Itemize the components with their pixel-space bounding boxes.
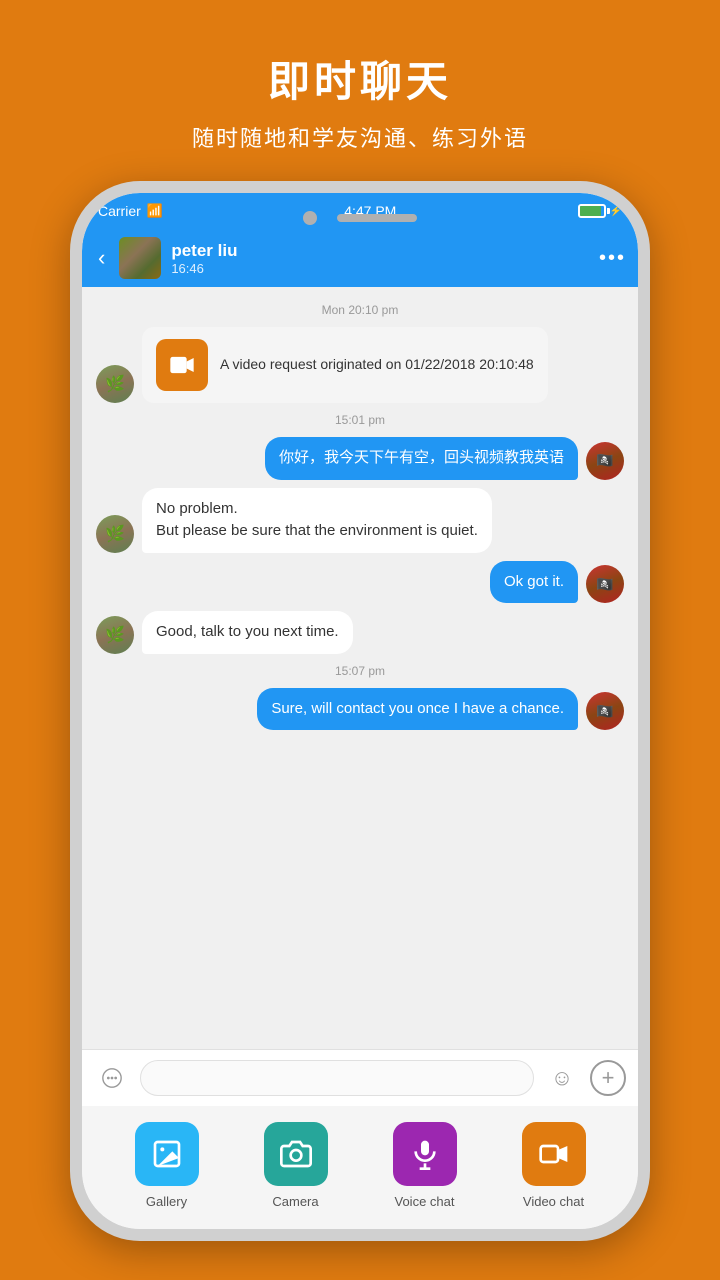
camera-icon [280,1138,312,1170]
wifi-icon: 📶 [147,203,163,219]
bubble-received-2: Good, talk to you next time. [142,611,353,654]
menu-button[interactable]: ••• [599,247,626,270]
bubble-received-1: No problem.But please be sure that the e… [142,488,492,553]
battery-fill [580,206,602,216]
phone-content: Carrier 📶 4:47 PM ⚡ ‹ peter liu [82,193,638,1229]
back-button[interactable]: ‹ [94,241,109,275]
timestamp-3: 15:07 pm [96,664,624,678]
message-row-video: 🌿 A video request originated on 01/22/20… [96,327,624,403]
message-row-sent-2: 🏴‍☠️ Ok got it. [96,561,624,604]
video-chat-label: Video chat [523,1194,584,1209]
gallery-icon-box [135,1122,199,1186]
status-left: Carrier 📶 [98,203,163,219]
avatar-image [119,237,161,279]
video-chat-action[interactable]: Video chat [522,1122,586,1209]
chat-header: ‹ peter liu 16:46 ••• [82,229,638,287]
my-avatar-2: 🏴‍☠️ [586,565,624,603]
message-input[interactable] [140,1060,534,1096]
page-subtitle: 随时随地和学友沟通、练习外语 [192,121,528,153]
contact-status: 16:46 [171,261,589,276]
phone-screen: Carrier 📶 4:47 PM ⚡ ‹ peter liu [82,193,638,1229]
bubble-sent-2: Ok got it. [490,561,578,604]
input-area: ☺ + [82,1049,638,1106]
voice-button[interactable] [94,1060,130,1096]
camera-icon-box [264,1122,328,1186]
video-request-text: A video request originated on 01/22/2018… [220,355,534,375]
video-icon-box [156,339,208,391]
video-request-bubble: A video request originated on 01/22/2018… [142,327,548,403]
video-camera-icon [538,1138,570,1170]
message-row-received-2: 🌿 Good, talk to you next time. [96,611,624,654]
gallery-action[interactable]: Gallery [135,1122,199,1209]
page-title: 即时聊天 [192,48,528,109]
message-row-sent-1: 🏴‍☠️ 你好，我今天下午有空，回头视频教我英语 [96,437,624,480]
peter-avatar-1: 🌿 [96,365,134,403]
video-play-icon [168,351,196,379]
message-row-sent-3: 🏴‍☠️ Sure, will contact you once I have … [96,688,624,731]
phone-speaker [303,211,417,225]
bottom-actions: Gallery Camera [82,1106,638,1229]
my-avatar-3: 🏴‍☠️ [586,692,624,730]
speaker-bar [337,214,417,222]
carrier-label: Carrier [98,203,141,219]
bubble-sent-3: Sure, will contact you once I have a cha… [257,688,578,731]
voice-chat-label: Voice chat [395,1194,455,1209]
voice-chat-action[interactable]: Voice chat [393,1122,457,1209]
emoji-button[interactable]: ☺ [544,1060,580,1096]
bolt-icon: ⚡ [610,206,622,217]
gallery-icon [151,1138,183,1170]
phone-mockup: Carrier 📶 4:47 PM ⚡ ‹ peter liu [70,181,650,1241]
gallery-label: Gallery [146,1194,187,1209]
peter-avatar-2: 🌿 [96,515,134,553]
speaker-dot [303,211,317,225]
contact-name: peter liu [171,241,589,261]
contact-info: peter liu 16:46 [171,241,589,276]
status-right: ⚡ [578,204,622,218]
chat-messages: Mon 20:10 pm 🌿 A video request or [82,287,638,1049]
timestamp-2: 15:01 pm [96,413,624,427]
voice-icon-box [393,1122,457,1186]
camera-label: Camera [272,1194,318,1209]
timestamp-1: Mon 20:10 pm [96,303,624,317]
plus-button[interactable]: + [590,1060,626,1096]
top-section: 即时聊天 随时随地和学友沟通、练习外语 [192,0,528,181]
battery-icon [578,204,606,218]
microphone-icon [409,1138,441,1170]
camera-action[interactable]: Camera [264,1122,328,1209]
peter-avatar-3: 🌿 [96,616,134,654]
contact-avatar [119,237,161,279]
bubble-sent-1: 你好，我今天下午有空，回头视频教我英语 [265,437,578,480]
message-row-received-1: 🌿 No problem.But please be sure that the… [96,488,624,553]
video-icon-box2 [522,1122,586,1186]
my-avatar-1: 🏴‍☠️ [586,442,624,480]
